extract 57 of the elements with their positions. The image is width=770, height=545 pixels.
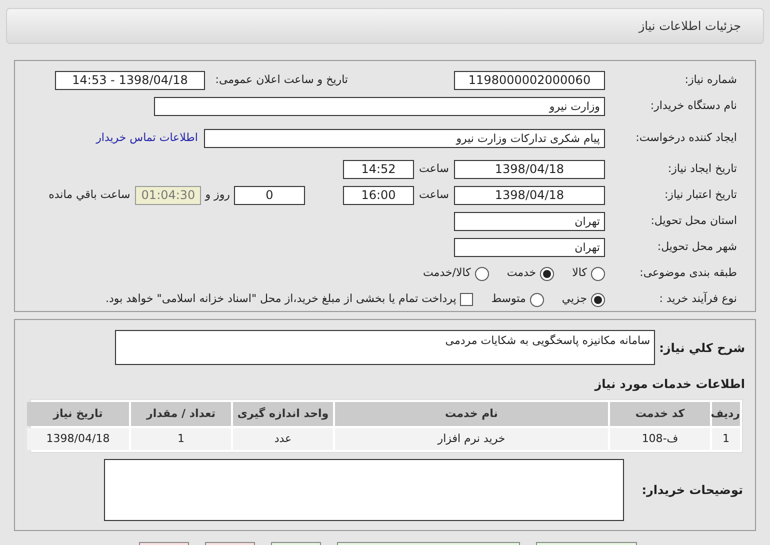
field-label: روز و	[204, 187, 231, 204]
text-field[interactable]: وزارت نیرو	[154, 97, 605, 116]
field-label: شهر محل تحویل:	[656, 239, 737, 256]
checkbox[interactable]	[460, 293, 474, 306]
buyer-contact-link[interactable]: اطلاعات تماس خریدار	[96, 130, 198, 146]
text-field[interactable]: تهران	[454, 212, 605, 231]
column-header: واحد اندازه گیری	[233, 402, 333, 426]
table-cell: خرید نرم افزار	[335, 428, 608, 450]
summary-field[interactable]: سامانه مکانیزه پاسخگویی به شکایات مردمی	[115, 330, 656, 365]
radio-button[interactable]	[591, 292, 605, 306]
text-field[interactable]: پیام شکری تدارکات وزارت نیرو	[204, 128, 605, 148]
field-label: ساعت	[418, 187, 450, 204]
section-title: اطلاعات خدمات مورد نیاز	[593, 376, 745, 393]
text-field[interactable]: 14:52	[343, 160, 414, 179]
radio-button[interactable]	[591, 266, 605, 280]
radio-button[interactable]	[540, 266, 554, 280]
text-field[interactable]: 0	[234, 186, 305, 205]
checkbox-label: پرداخت تمام یا بخشی از مبلغ خرید،از محل "اسناد خزانه اسلامی" خواهد بود.	[106, 291, 456, 308]
column-header: تعداد / مقدار	[131, 402, 231, 426]
radio-button[interactable]	[530, 292, 544, 306]
column-header: تاریخ نیاز	[27, 402, 129, 426]
field-label: ایجاد کننده درخواست:	[634, 131, 737, 145]
page-title: جزئیات اطلاعات نیاز	[638, 18, 741, 35]
column-header: ردیف	[712, 402, 740, 426]
text-field[interactable]: 1398/04/18 - 14:53	[55, 71, 205, 90]
text-field[interactable]: 16:00	[343, 186, 414, 205]
table-cell: 1	[131, 428, 231, 450]
radio-button[interactable]	[474, 266, 489, 280]
text-field[interactable]: 1398/04/18	[454, 160, 605, 179]
notes-field[interactable]	[104, 459, 624, 521]
field-label: استان محل تحویل:	[650, 213, 737, 230]
radio-label: جزيي	[562, 291, 587, 308]
text-field[interactable]: تهران	[454, 238, 605, 257]
column-header: نام خدمت	[335, 402, 608, 426]
radio-label: کالا/خدمت	[423, 265, 471, 282]
table-cell: 1398/04/18	[27, 428, 129, 450]
field-label: نام دستگاه خریدار:	[649, 98, 737, 114]
field-label: ساعت	[418, 161, 450, 178]
field-label: تاریخ اعتبار نیاز:	[663, 187, 737, 204]
table-cell: عدد	[233, 428, 333, 450]
remaining-time-field: 01:04:30	[135, 186, 202, 205]
radio-label: متوسط	[491, 291, 526, 308]
field-label: شرح کلي نیاز:	[659, 340, 745, 356]
radio-label: کالا	[572, 265, 587, 282]
text-field[interactable]: 1198000002000060	[454, 71, 605, 90]
field-label: شماره نیاز:	[684, 72, 737, 88]
radio-label: خدمت	[506, 265, 536, 282]
field-label: ساعت باقي مانده	[48, 187, 132, 204]
field-label: نوع فرآیند خرید :	[658, 291, 737, 308]
column-header: کد خدمت	[610, 402, 710, 426]
table-cell: 1	[712, 428, 740, 450]
field-label: توضیحات خریدار:	[642, 482, 744, 499]
table-cell: ف-108	[610, 428, 710, 450]
field-label: طبقه بندی موضوعی:	[638, 265, 737, 282]
field-label: تاریخ ایجاد نیاز:	[666, 161, 737, 178]
field-label: تاریخ و ساعت اعلان عمومی:	[214, 72, 348, 88]
text-field[interactable]: 1398/04/18	[454, 186, 605, 205]
